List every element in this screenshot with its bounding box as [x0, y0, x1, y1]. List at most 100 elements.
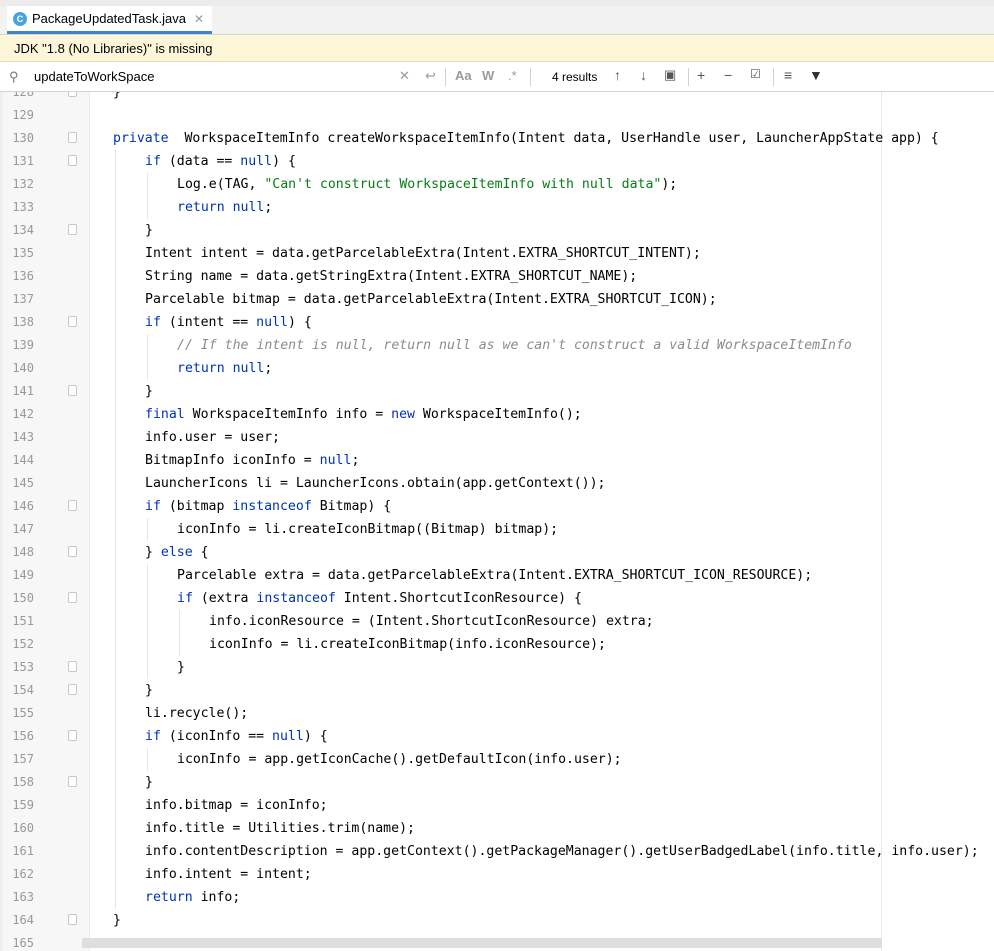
fold-marker-icon[interactable]: [68, 776, 77, 787]
code-text: }: [145, 771, 153, 794]
code-line[interactable]: 129: [0, 104, 994, 127]
code-line[interactable]: 137 Parcelable bitmap = data.getParcelabl…: [0, 288, 994, 311]
code-text: Intent intent = data.getParcelableExtra(…: [145, 242, 701, 265]
code-token: if: [145, 154, 161, 169]
code-line[interactable]: 145 LauncherIcons li = LauncherIcons.obta…: [0, 472, 994, 495]
code-token: (data ==: [160, 154, 241, 169]
fold-marker-icon[interactable]: [68, 155, 77, 166]
line-number: 161: [12, 844, 34, 858]
regex-button[interactable]: .*: [508, 68, 517, 83]
code-token: if: [145, 499, 161, 514]
code-line[interactable]: 160 info.title = Utilities.trim(name);: [0, 817, 994, 840]
code-token: WorkspaceItemInfo createWorkspaceItemInf…: [168, 131, 939, 146]
fold-marker-icon[interactable]: [68, 132, 77, 143]
fold-marker-icon[interactable]: [68, 684, 77, 695]
add-occurrence-icon[interactable]: +: [697, 67, 705, 83]
code-text: private WorkspaceItemInfo createWorkspac…: [113, 127, 939, 150]
code-text: // If the intent is null, return null as…: [177, 334, 852, 357]
fold-marker-icon[interactable]: [68, 92, 77, 97]
line-number: 143: [12, 430, 34, 444]
code-token: Log.e(TAG,: [177, 177, 265, 192]
match-case-button[interactable]: Aa: [455, 68, 472, 83]
line-number: 149: [12, 568, 34, 582]
code-token: (intent ==: [160, 315, 257, 330]
fold-marker-icon[interactable]: [68, 385, 77, 396]
code-line[interactable]: 138 if (intent == null) {: [0, 311, 994, 334]
code-line[interactable]: 148} else {: [0, 541, 994, 564]
clear-search-icon[interactable]: ✕: [399, 68, 410, 84]
code-line[interactable]: 158}: [0, 771, 994, 794]
code-line[interactable]: 143 info.user = user;: [0, 426, 994, 449]
code-token: instanceof: [232, 499, 312, 514]
code-token: null: [256, 315, 288, 330]
code-text: return null;: [177, 357, 272, 380]
editor-tab-bar: C PackageUpdatedTask.java ✕: [0, 6, 994, 35]
code-line[interactable]: 151 info.iconResource = (Intent.ShortcutI…: [0, 610, 994, 633]
code-text: Parcelable bitmap = data.getParcelableEx…: [145, 288, 717, 311]
code-line[interactable]: 163 return info;: [0, 886, 994, 909]
line-number: 153: [12, 660, 34, 674]
fold-marker-icon[interactable]: [68, 546, 77, 557]
words-button[interactable]: W: [482, 68, 494, 83]
code-line[interactable]: 155 li.recycle();: [0, 702, 994, 725]
code-token: private: [113, 131, 169, 146]
code-line[interactable]: 140 return null;: [0, 357, 994, 380]
fold-marker-icon[interactable]: [68, 316, 77, 327]
code-line[interactable]: 134}: [0, 219, 994, 242]
code-line[interactable]: 135 Intent intent = data.getParcelableExt…: [0, 242, 994, 265]
code-line[interactable]: 142 final WorkspaceItemInfo info = new Wo…: [0, 403, 994, 426]
code-line[interactable]: 149 Parcelable extra = data.getParcelable…: [0, 564, 994, 587]
code-line[interactable]: 146 if (bitmap instanceof Bitmap) {: [0, 495, 994, 518]
code-text: info.contentDescription = app.getContext…: [145, 840, 979, 863]
line-number: 154: [12, 683, 34, 697]
code-line[interactable]: 128}: [0, 92, 994, 104]
filter-icon[interactable]: ▼: [809, 67, 823, 83]
code-editor[interactable]: 128} 129 130 private WorkspaceItemInfo crea…: [0, 92, 994, 951]
code-token: }: [113, 92, 121, 100]
close-tab-icon[interactable]: ✕: [194, 12, 204, 26]
next-occurrence-icon[interactable]: ↓: [640, 67, 647, 83]
code-line[interactable]: 133 return null;: [0, 196, 994, 219]
new-line-icon[interactable]: ↩: [425, 68, 436, 84]
code-line[interactable]: 156 if (iconInfo == null) {: [0, 725, 994, 748]
line-number: 129: [12, 108, 34, 122]
code-token: Bitmap) {: [311, 499, 392, 514]
code-line[interactable]: 136 String name = data.getStringExtra(Int…: [0, 265, 994, 288]
code-line[interactable]: 164}: [0, 909, 994, 932]
fold-marker-icon[interactable]: [68, 500, 77, 511]
code-line[interactable]: 154}: [0, 679, 994, 702]
line-number: 137: [12, 292, 34, 306]
fold-marker-icon[interactable]: [68, 224, 77, 235]
previous-occurrence-icon[interactable]: ↑: [614, 67, 621, 83]
editor-tab[interactable]: C PackageUpdatedTask.java ✕: [7, 6, 212, 34]
code-token: Intent.ShortcutIconResource) {: [335, 591, 582, 606]
line-number: 157: [12, 752, 34, 766]
search-input[interactable]: updateToWorkSpace: [34, 69, 154, 84]
code-line[interactable]: 162 info.intent = intent;: [0, 863, 994, 886]
search-icon[interactable]: ⚲: [9, 69, 19, 85]
fold-marker-icon[interactable]: [68, 914, 77, 925]
code-line[interactable]: 147 iconInfo = li.createIconBitmap((Bitma…: [0, 518, 994, 541]
code-text: final WorkspaceItemInfo info = new Works…: [145, 403, 582, 426]
line-number: 139: [12, 338, 34, 352]
fold-marker-icon[interactable]: [68, 592, 77, 603]
code-line[interactable]: 131 if (data == null) {: [0, 150, 994, 173]
code-line[interactable]: 141}: [0, 380, 994, 403]
horizontal-scrollbar[interactable]: [82, 938, 882, 948]
select-occurrences-icon[interactable]: ☑: [750, 67, 761, 81]
code-line[interactable]: 161 info.contentDescription = app.getCont…: [0, 840, 994, 863]
code-line[interactable]: 150 if (extra instanceof Intent.ShortcutI…: [0, 587, 994, 610]
options-icon[interactable]: ≡: [784, 67, 792, 83]
remove-occurrence-icon[interactable]: −: [724, 67, 732, 83]
code-line[interactable]: 130 private WorkspaceItemInfo createWorks…: [0, 127, 994, 150]
select-all-occurrences-icon[interactable]: ▣: [664, 67, 676, 83]
fold-marker-icon[interactable]: [68, 661, 77, 672]
code-line[interactable]: 152 iconInfo = li.createIconBitmap(info.i…: [0, 633, 994, 656]
code-line[interactable]: 157 iconInfo = app.getIconCache().getDefa…: [0, 748, 994, 771]
code-line[interactable]: 153}: [0, 656, 994, 679]
code-line[interactable]: 159 info.bitmap = iconInfo;: [0, 794, 994, 817]
fold-marker-icon[interactable]: [68, 730, 77, 741]
code-line[interactable]: 132 Log.e(TAG, "Can't construct Workspace…: [0, 173, 994, 196]
code-line[interactable]: 144 BitmapInfo iconInfo = null;: [0, 449, 994, 472]
code-line[interactable]: 139 // If the intent is null, return null…: [0, 334, 994, 357]
